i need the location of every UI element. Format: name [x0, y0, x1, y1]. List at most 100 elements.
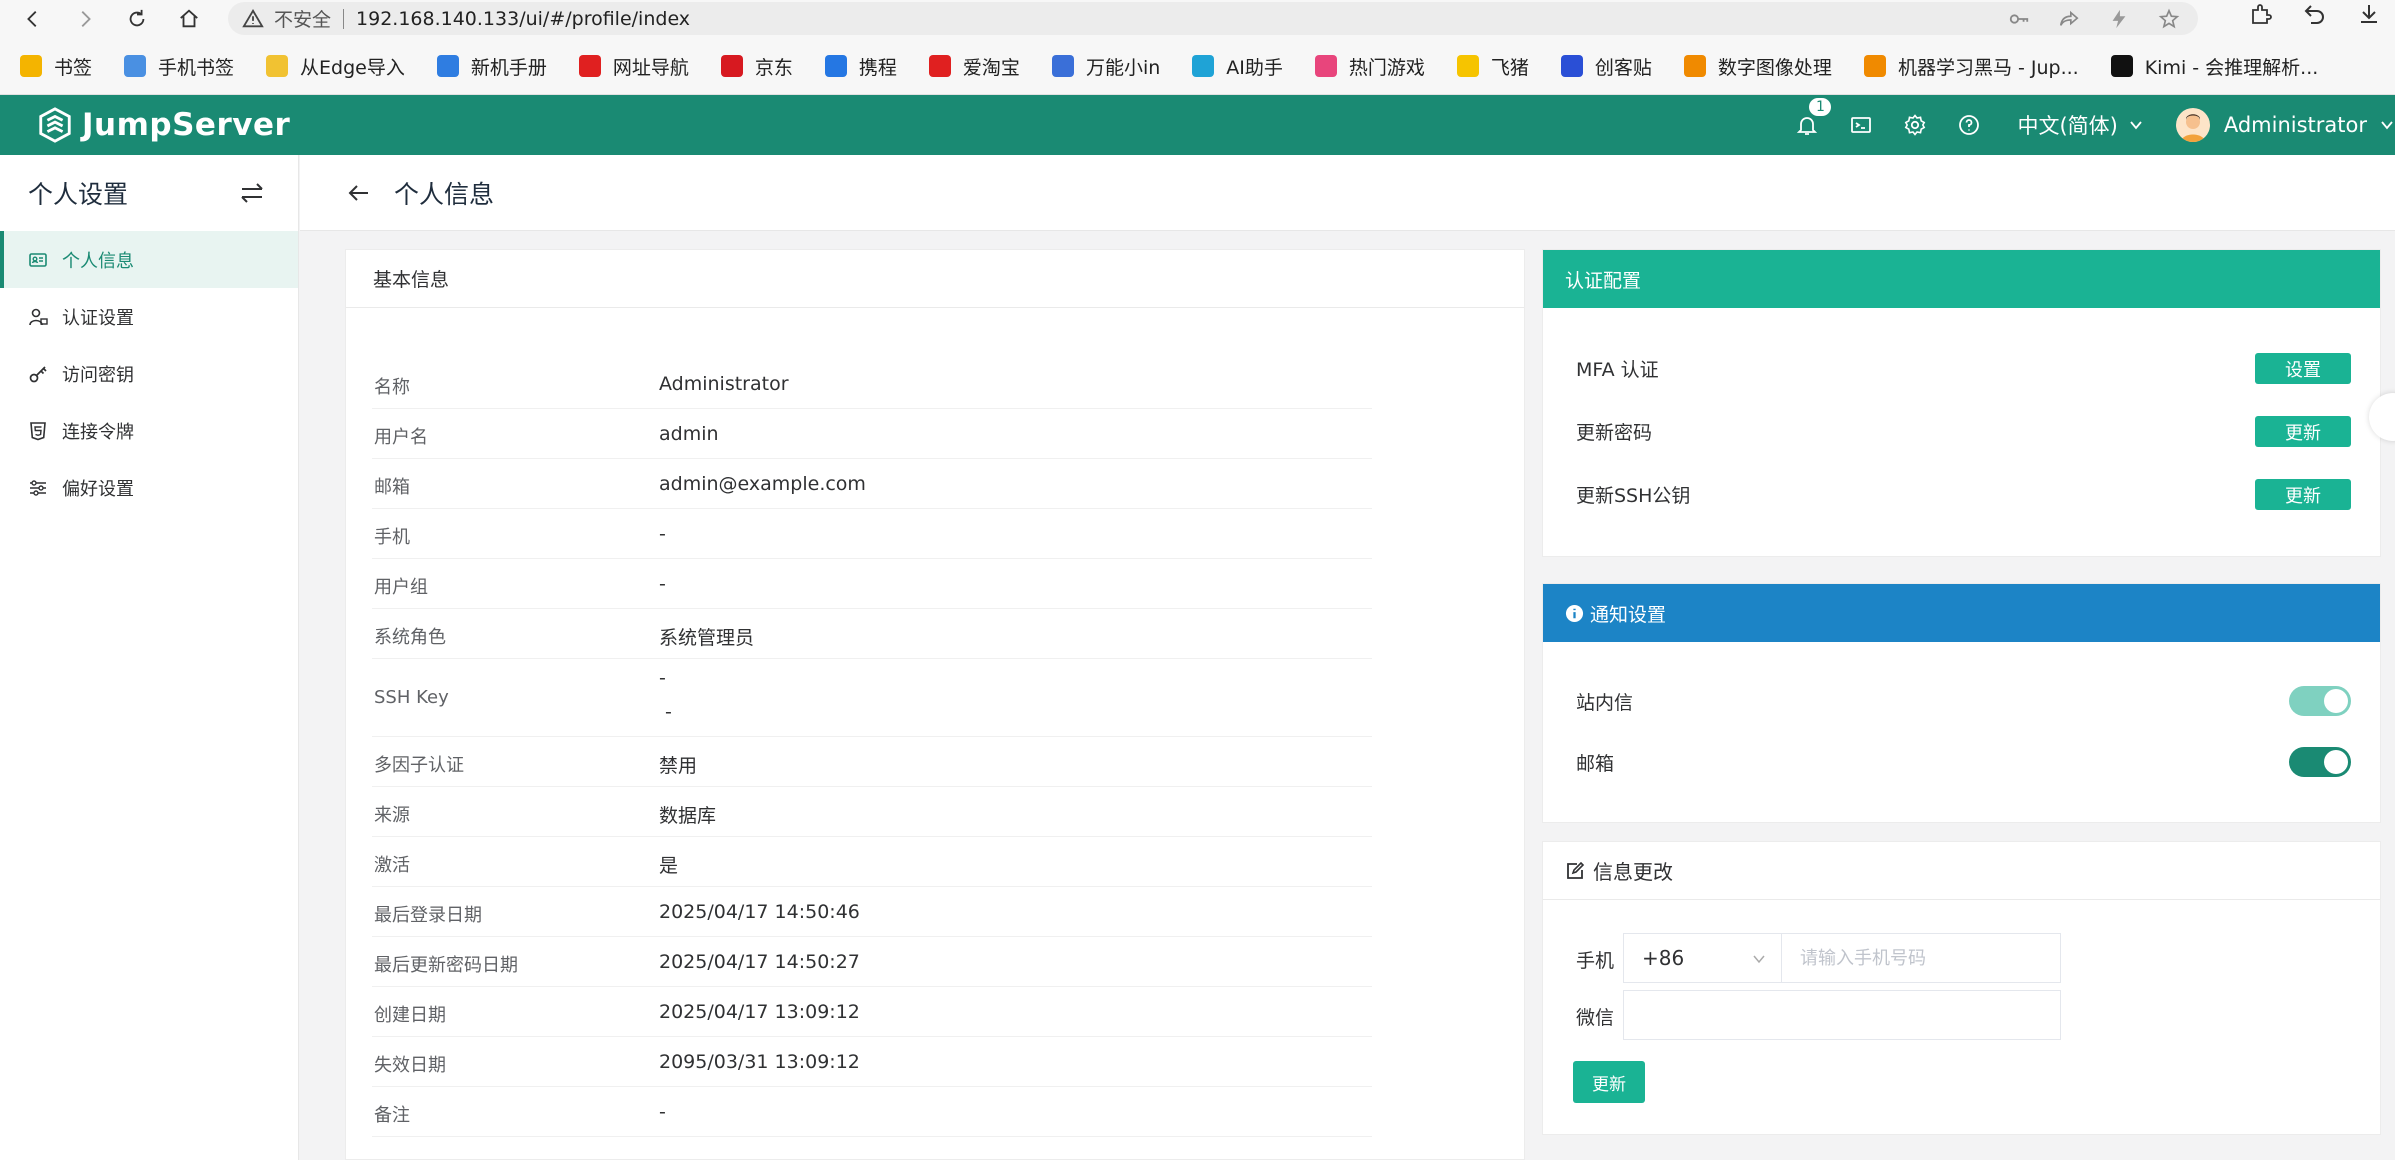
terminal-button[interactable] — [1849, 113, 1873, 137]
bookmark-item[interactable]: 飞猪 — [1456, 53, 1529, 80]
sidebar-item[interactable]: 个人信息 — [0, 231, 298, 288]
undo-icon[interactable] — [2303, 2, 2327, 26]
bookmark-item[interactable]: 手机书签 — [124, 53, 234, 80]
sidebar-title-text: 个人设置 — [28, 180, 129, 209]
url-text[interactable]: 192.168.140.133/ui/#/profile/index — [356, 8, 690, 30]
info-row-label: SSH Key — [374, 687, 449, 708]
bookmark-item[interactable]: 携程 — [824, 53, 897, 80]
sidebar-item[interactable]: 连接令牌 — [0, 402, 298, 459]
fliggy-icon — [1456, 55, 1479, 77]
lightning-icon[interactable] — [2108, 8, 2130, 30]
notice-row: 站内信 — [1576, 686, 2351, 716]
auth-config-button[interactable]: 设置 — [2255, 353, 2351, 384]
brand-logo[interactable]: JumpServer — [36, 106, 290, 144]
sidebar-item[interactable]: 偏好设置 — [0, 459, 298, 516]
info-icon — [1565, 604, 1584, 622]
download-icon[interactable] — [2357, 2, 2381, 26]
auth-config-button[interactable]: 更新 — [2255, 479, 2351, 510]
country-code-select[interactable]: +86 — [1623, 933, 1783, 983]
info-row-value: 系统管理员 — [659, 627, 755, 649]
info-row-label: 用户组 — [374, 577, 428, 598]
bookmark-item[interactable]: 创客贴 — [1560, 53, 1652, 80]
chevron-down-icon — [1753, 955, 1765, 964]
bookmark-item[interactable]: 万能小in — [1051, 53, 1160, 80]
bookmark-item[interactable]: 爱淘宝 — [928, 53, 1020, 80]
id-card-icon — [29, 252, 47, 267]
html5-icon — [30, 421, 46, 440]
chevron-down-icon — [2381, 121, 2393, 130]
sidebar-item[interactable]: 访问密钥 — [0, 345, 298, 402]
bookmark-label: 机器学习黑马 - Jup... — [1897, 56, 2079, 79]
bookmark-item[interactable]: 网址导航 — [578, 53, 689, 80]
bookmark-label: 数字图像处理 — [1717, 56, 1832, 79]
phone-label: 手机 — [1576, 950, 1615, 972]
bookmark-item[interactable]: 新机手册 — [436, 53, 547, 80]
swap-icon[interactable] — [238, 179, 266, 207]
insecure-label: 不安全 — [274, 9, 332, 31]
wechat-input[interactable] — [1623, 990, 2061, 1040]
notice-settings-card: 通知设置 站内信 邮箱 — [1542, 583, 2381, 823]
bookmark-item[interactable]: 京东 — [720, 53, 793, 80]
info-row-label: 用户名 — [374, 427, 428, 448]
auth-config-row: MFA 认证 设置 — [1576, 353, 2351, 384]
address-bar[interactable]: 不安全 192.168.140.133/ui/#/profile/index — [228, 2, 2198, 35]
bookmark-label: 新机手册 — [470, 56, 547, 79]
share-icon[interactable] — [2058, 8, 2080, 30]
wechat-label: 微信 — [1576, 1007, 1615, 1029]
auth-config-title: 认证配置 — [1543, 250, 2380, 308]
bookmark-item[interactable]: 数字图像处理 — [1683, 53, 1832, 80]
browser-actions — [2249, 2, 2395, 26]
bookmark-item[interactable]: 书签 — [20, 53, 92, 80]
bookmark-item[interactable]: 机器学习黑马 - Jup... — [1863, 53, 2079, 80]
user-lock-icon — [29, 308, 48, 325]
notice-toggle[interactable] — [2289, 747, 2351, 777]
notice-settings-header: 通知设置 — [1543, 584, 2380, 642]
info-row: 创建日期 2025/04/17 13:09:12 — [372, 987, 1372, 1037]
star-icon[interactable] — [2158, 8, 2180, 30]
auth-config-row: 更新密码 更新 — [1576, 416, 2351, 447]
back-icon[interactable] — [16, 2, 50, 36]
sliders-icon — [30, 479, 46, 496]
sidebar-item-label: 个人信息 — [62, 250, 134, 272]
language-label: 中文(简体) — [2017, 114, 2118, 138]
reload-icon[interactable] — [120, 2, 154, 36]
home-icon[interactable] — [172, 2, 206, 36]
bookmark-item[interactable]: AI助手 — [1192, 53, 1283, 80]
notice-settings-title: 通知设置 — [1590, 603, 1667, 626]
help-button[interactable] — [1957, 113, 1981, 137]
phone-input[interactable] — [1781, 933, 2061, 983]
auth-config-button[interactable]: 更新 — [2255, 416, 2351, 447]
taobao-icon — [928, 55, 951, 77]
bookmark-item[interactable]: Kimi - 会推理解析... — [2110, 53, 2318, 80]
info-row-value: 是 — [659, 855, 679, 877]
bookmark-item[interactable]: 从Edge导入 — [266, 53, 405, 80]
extensions-icon[interactable] — [2249, 2, 2273, 26]
language-selector[interactable]: 中文(简体) — [2017, 110, 2143, 140]
key-icon[interactable] — [2008, 8, 2030, 30]
bookmark-label: 网址导航 — [612, 56, 689, 79]
bookmark-label: 爱淘宝 — [962, 56, 1020, 79]
forward-icon[interactable] — [68, 2, 102, 36]
manual-icon — [436, 55, 459, 77]
country-code-value: +86 — [1642, 946, 1685, 970]
info-row: 用户组 - — [372, 559, 1372, 609]
notification-bell[interactable]: 1 — [1795, 96, 1834, 137]
terminal-icon — [1851, 117, 1872, 133]
sidebar-item-label: 认证设置 — [62, 307, 134, 329]
info-row-value: 2025/04/17 14:50:27 — [659, 951, 860, 973]
sidebar-title: 个人设置 — [0, 155, 298, 231]
back-arrow-icon[interactable] — [346, 180, 372, 206]
update-info-button[interactable]: 更新 — [1573, 1061, 1645, 1103]
user-menu[interactable]: Administrator — [2175, 108, 2395, 142]
avatar-icon — [2180, 114, 2205, 142]
bookmark-label: 携程 — [858, 56, 897, 79]
bookmark-item[interactable]: 热门游戏 — [1314, 53, 1425, 80]
settings-button[interactable] — [1903, 113, 1927, 137]
robot-icon — [1051, 55, 1074, 77]
bookmark-label: 从Edge导入 — [300, 56, 405, 79]
sidebar-item[interactable]: 认证设置 — [0, 288, 298, 345]
info-row-value: - — [659, 667, 666, 689]
info-row-label: 最后更新密码日期 — [374, 955, 518, 976]
auth-config-label: MFA 认证 — [1576, 359, 1659, 381]
notice-toggle[interactable] — [2289, 686, 2351, 716]
